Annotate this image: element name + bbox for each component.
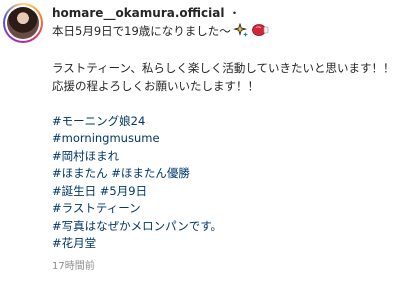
instagram-post-caption: homare__okamura.official ・ 本日5月9日で19歳になりま…	[0, 0, 412, 300]
hashtag-link[interactable]: #morningmusume	[52, 131, 160, 145]
hashtag-link[interactable]: #モーニング娘24	[52, 114, 145, 128]
avatar[interactable]	[3, 3, 43, 43]
hashtag-link[interactable]: #写真はなぜかメロンパンです。	[52, 219, 222, 233]
caption-line-2: ラストティーン、私らしく楽しく活動していきたいと思います！！	[52, 61, 395, 75]
hashtag-link[interactable]: #誕生日	[52, 184, 96, 198]
avatar-photo	[7, 7, 39, 39]
hashtag-link[interactable]: #5月9日	[100, 184, 147, 198]
username-link[interactable]: homare__okamura.official	[52, 6, 224, 20]
caption-content: homare__okamura.official ・ 本日5月9日で19歳になりま…	[52, 6, 408, 272]
caption-line-1: 本日5月9日で19歳になりました〜	[52, 24, 231, 38]
hashtag-link[interactable]: #ほまたん優勝	[111, 166, 190, 180]
hashtag-link[interactable]: #花月堂	[52, 236, 96, 250]
hashtag-link[interactable]: #ラストティーン	[52, 201, 141, 215]
boxing-glove-emoji-icon	[251, 23, 269, 43]
caption-text: 本日5月9日で19歳になりました〜 ラストティーン、私らしく楽しく活動していきた…	[52, 22, 408, 253]
hashtag-link[interactable]: #ほまたん	[52, 166, 108, 180]
separator-dot: ・	[228, 6, 241, 20]
sparkle-emoji-icon	[232, 22, 249, 43]
hashtag-link[interactable]: #岡村ほまれ	[52, 149, 119, 163]
avatar-ring	[5, 5, 41, 41]
post-timestamp[interactable]: 17時間前	[52, 257, 408, 272]
caption-line-3: 応援の程よろしくお願いいたします！！	[52, 78, 259, 93]
caption-header: homare__okamura.official ・	[52, 6, 408, 21]
caption-line-birthday: 本日5月9日で19歳になりました〜	[52, 22, 408, 43]
